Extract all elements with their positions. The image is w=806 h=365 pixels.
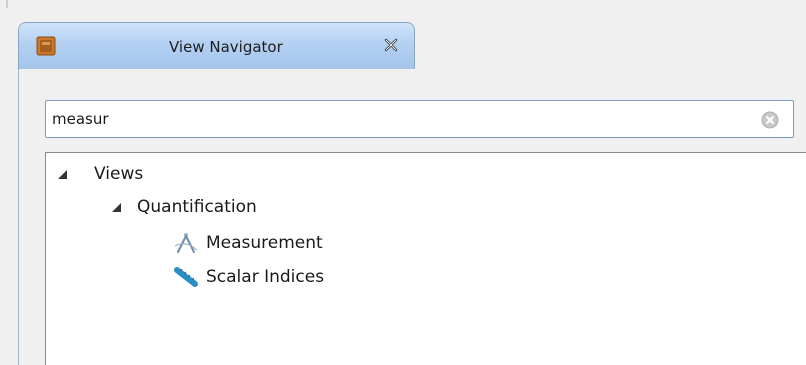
panel-icon <box>36 36 56 56</box>
expanded-arrow-icon <box>58 170 67 179</box>
tab-bar: View Navigator <box>18 22 806 70</box>
tree-item-scalar-indices[interactable]: Scalar Indices <box>46 264 446 290</box>
tree-item-quantification[interactable]: Quantification <box>46 194 446 220</box>
tree-item-label: Views <box>94 164 144 184</box>
tab-view-navigator[interactable]: View Navigator <box>18 22 415 70</box>
close-icon[interactable] <box>383 37 399 53</box>
tree-item-label: Quantification <box>137 197 257 217</box>
top-strip-mark <box>6 0 8 8</box>
tree-item-measurement[interactable]: Measurement <box>46 230 446 256</box>
search-box <box>45 100 794 138</box>
search-input[interactable] <box>52 106 742 132</box>
tree-item-label: Scalar Indices <box>206 267 325 287</box>
measurement-compass-icon <box>174 233 198 253</box>
view-tree: Views Quantification Measurement Scalar … <box>45 152 806 365</box>
expanded-arrow-icon <box>112 203 121 212</box>
tree-item-label: Measurement <box>206 233 323 253</box>
tree-item-views[interactable]: Views <box>46 161 346 187</box>
tab-title: View Navigator <box>169 38 283 56</box>
top-strip <box>0 0 806 8</box>
clear-search-icon[interactable] <box>761 111 779 129</box>
scalar-indices-ruler-icon <box>174 267 198 287</box>
